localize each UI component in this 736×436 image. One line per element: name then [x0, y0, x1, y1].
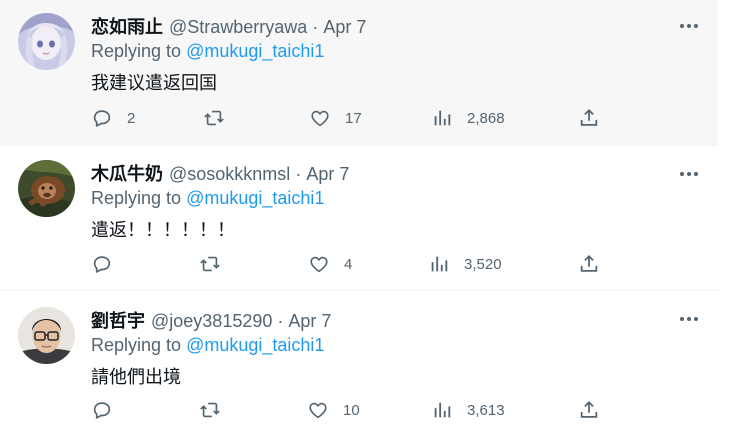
- like-button[interactable]: 17: [309, 107, 362, 129]
- like-count: 17: [345, 109, 362, 127]
- views-button[interactable]: 2,868: [431, 107, 505, 129]
- separator-dot: ·: [295, 164, 302, 184]
- avatar[interactable]: [18, 307, 75, 364]
- like-button[interactable]: 4: [308, 253, 352, 275]
- repost-icon: [204, 110, 224, 126]
- replying-to-mention[interactable]: @mukugi_taichi1: [186, 41, 324, 61]
- like-icon: [310, 256, 328, 273]
- reply-icon: [93, 256, 111, 273]
- timestamp[interactable]: Apr 7: [323, 17, 366, 38]
- separator-dot: ·: [277, 311, 284, 331]
- share-icon: [580, 254, 598, 272]
- replying-to-mention[interactable]: @mukugi_taichi1: [186, 188, 324, 208]
- more-button[interactable]: [676, 16, 702, 36]
- more-button[interactable]: [676, 164, 702, 184]
- action-bar: 2 17 2,868: [0, 107, 718, 131]
- action-bar: 4 3,520: [0, 253, 718, 277]
- more-icon: [680, 317, 698, 321]
- repost-button[interactable]: [199, 399, 235, 421]
- display-name[interactable]: 木瓜牛奶: [91, 160, 163, 186]
- user-handle[interactable]: @sosokkknmsl: [169, 164, 290, 185]
- like-icon: [309, 402, 327, 419]
- views-icon: [434, 110, 451, 126]
- reply-button[interactable]: 2: [91, 107, 135, 129]
- display-name[interactable]: 劉哲宇: [91, 307, 145, 333]
- reply-content: 劉哲宇 @joey3815290 · Apr 7 Replying to @mu…: [91, 307, 702, 389]
- share-icon: [580, 400, 598, 418]
- reply-count: 2: [127, 109, 136, 127]
- repost-button[interactable]: [203, 107, 239, 129]
- share-button[interactable]: [578, 107, 600, 129]
- replying-to-label: Replying to: [91, 41, 187, 61]
- replying-to: Replying to @mukugi_taichi1: [91, 41, 702, 65]
- views-icon: [434, 402, 451, 418]
- like-count: 4: [344, 255, 353, 273]
- reply-button[interactable]: [91, 253, 127, 275]
- repost-button[interactable]: [199, 253, 235, 275]
- reply-text: 遣返！！！！！！: [91, 220, 235, 240]
- reply-icon: [93, 110, 111, 127]
- like-count: 10: [343, 401, 360, 419]
- view-count: 2,868: [467, 109, 505, 127]
- reply-thread: 恋如雨止 @Strawberryawa · Apr 7 Replying to …: [0, 0, 718, 436]
- like-button[interactable]: 10: [307, 399, 360, 421]
- replying-to-label: Replying to: [91, 188, 187, 208]
- action-bar: 10 3,613: [0, 399, 718, 423]
- reply-header: 恋如雨止 @Strawberryawa · Apr 7: [91, 13, 702, 37]
- views-button[interactable]: 3,520: [428, 253, 502, 275]
- timestamp[interactable]: Apr 7: [306, 164, 349, 185]
- reply-icon: [93, 402, 111, 419]
- like-icon: [311, 110, 329, 127]
- reply-button[interactable]: [91, 399, 127, 421]
- more-icon: [680, 24, 698, 28]
- more-button[interactable]: [676, 309, 702, 329]
- share-button[interactable]: [578, 253, 600, 275]
- replying-to-label: Replying to: [91, 335, 187, 355]
- replying-to-mention[interactable]: @mukugi_taichi1: [186, 335, 324, 355]
- more-icon: [680, 172, 698, 176]
- view-count: 3,613: [467, 401, 505, 419]
- user-handle[interactable]: @joey3815290: [151, 311, 272, 332]
- views-button[interactable]: 3,613: [431, 399, 505, 421]
- avatar[interactable]: [18, 13, 75, 70]
- share-button[interactable]: [578, 399, 600, 421]
- reply-text: 我建议遣返回国: [91, 73, 217, 93]
- replying-to: Replying to @mukugi_taichi1: [91, 188, 702, 212]
- share-icon: [580, 108, 598, 126]
- reply-header: 木瓜牛奶 @sosokkknmsl · Apr 7: [91, 160, 702, 184]
- reply-content: 木瓜牛奶 @sosokkknmsl · Apr 7 Replying to @m…: [91, 160, 702, 242]
- views-icon: [431, 256, 448, 272]
- avatar[interactable]: [18, 160, 75, 217]
- separator-dot: ·: [312, 17, 319, 37]
- reply-content: 恋如雨止 @Strawberryawa · Apr 7 Replying to …: [91, 13, 702, 95]
- reply-header: 劉哲宇 @joey3815290 · Apr 7: [91, 307, 702, 331]
- view-count: 3,520: [464, 255, 502, 273]
- reply-text: 請他們出境: [91, 367, 181, 387]
- repost-icon: [200, 402, 220, 418]
- display-name[interactable]: 恋如雨止: [91, 13, 163, 39]
- timestamp[interactable]: Apr 7: [288, 311, 331, 332]
- repost-icon: [200, 256, 220, 272]
- user-handle[interactable]: @Strawberryawa: [169, 17, 307, 38]
- replying-to: Replying to @mukugi_taichi1: [91, 335, 702, 359]
